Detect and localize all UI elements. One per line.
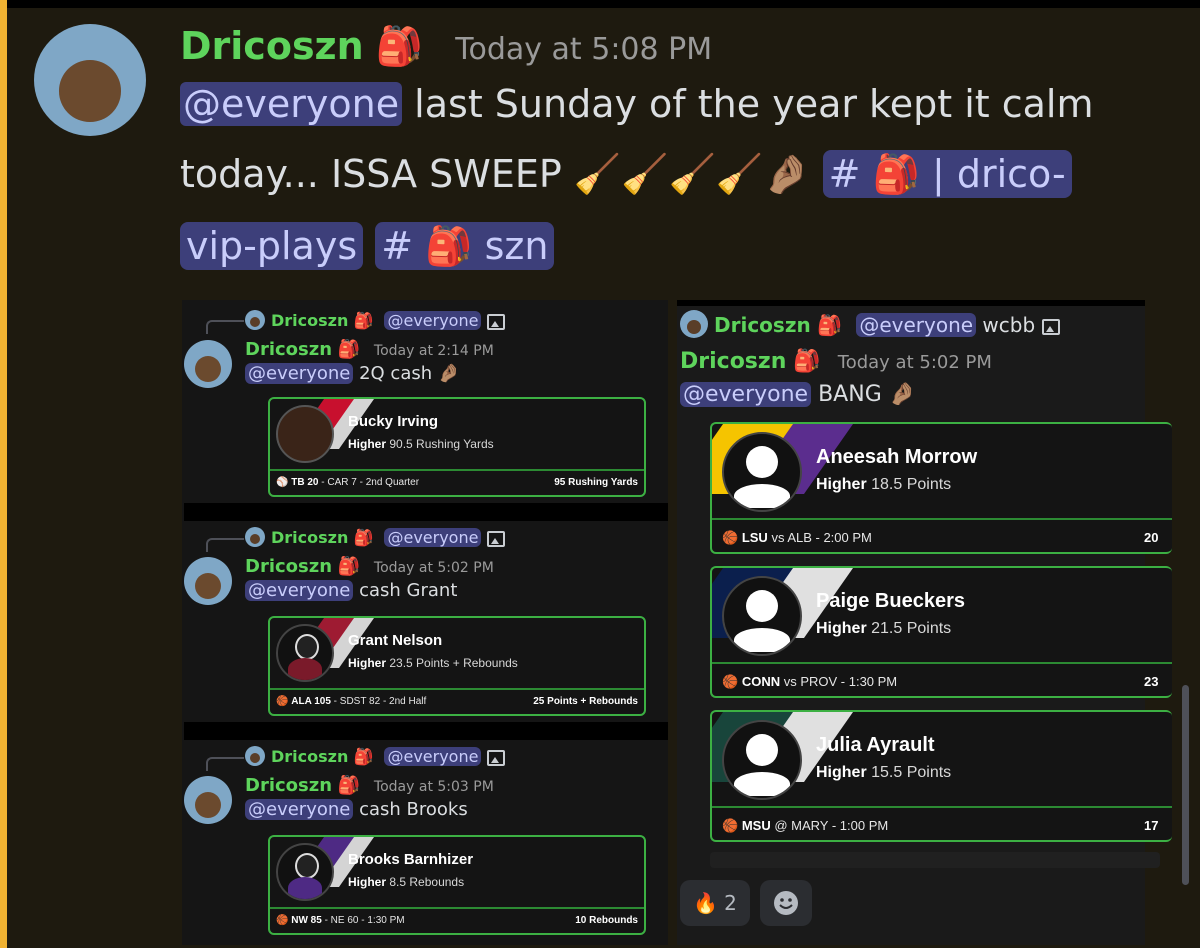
- reply-avatar: [245, 746, 265, 766]
- pick-line: Higher 15.5 Points: [816, 764, 952, 781]
- player-name: Aneesah Morrow: [816, 446, 978, 468]
- message-text-line2: today... ISSA SWEEP: [180, 152, 562, 196]
- message-content: @everyone last Sunday of the year kept i…: [180, 80, 1180, 270]
- pick-card[interactable]: Aneesah Morrow Higher 18.5 Points 🏀 LSU …: [710, 422, 1172, 554]
- image-top-edge: [677, 300, 1145, 306]
- timestamp: Today at 5:08 PM: [455, 32, 713, 67]
- avatar[interactable]: [184, 557, 232, 605]
- result: 10 Rebounds: [575, 915, 638, 926]
- post-text: @everyone cash Grant: [245, 579, 457, 603]
- pick-card[interactable]: Brooks Barnhizer Higher 8.5 Rebounds 🏀 N…: [268, 835, 646, 935]
- player-photo: [276, 405, 334, 463]
- smiley-icon: [774, 891, 798, 915]
- game-info: 🏀 CONN vs PROV - 1:30 PM: [722, 674, 898, 689]
- player-photo: [722, 432, 802, 512]
- result: 25 Points + Rebounds: [533, 696, 638, 707]
- reaction-count: 2: [724, 891, 737, 915]
- reply-preview[interactable]: Dricoszn 🎒 @everyone wcbb: [714, 312, 1060, 338]
- scrollbar-thumb[interactable]: [1182, 685, 1189, 885]
- pick-card[interactable]: Grant Nelson Higher 23.5 Points + Reboun…: [268, 616, 646, 716]
- author-emoji: 🎒: [375, 24, 424, 68]
- mention-everyone[interactable]: @everyone: [180, 82, 403, 126]
- reply-avatar: [680, 310, 708, 338]
- player-name: Bucky Irving: [348, 413, 439, 430]
- player-photo: [276, 624, 334, 682]
- pick-line: Higher 18.5 Points: [816, 476, 952, 493]
- pick-card[interactable]: Bucky Irving Higher 90.5 Rushing Yards ⚾…: [268, 397, 646, 497]
- player-photo: [276, 843, 334, 901]
- add-reaction-button[interactable]: [760, 880, 812, 926]
- player-name: Grant Nelson: [348, 632, 443, 649]
- reply-connector: [206, 320, 244, 334]
- reply-connector: [206, 757, 244, 771]
- pick-line: Higher 90.5 Rushing Yards: [348, 437, 494, 451]
- reply-avatar: [245, 527, 265, 547]
- player-photo: [722, 576, 802, 656]
- avatar[interactable]: [184, 776, 232, 824]
- top-border: [0, 0, 1200, 8]
- pick-card[interactable]: Paige Bueckers Higher 21.5 Points 🏀 CONN…: [710, 566, 1172, 698]
- reply-preview[interactable]: Dricoszn 🎒 @everyone: [271, 746, 505, 768]
- game-info: 🏀 MSU @ MARY - 1:00 PM: [722, 818, 889, 833]
- result: 17: [1144, 818, 1159, 833]
- highlight-bar: [0, 0, 7, 948]
- player-photo: [722, 720, 802, 800]
- player-name: Paige Bueckers: [816, 590, 965, 612]
- reply-preview[interactable]: Dricoszn 🎒 @everyone: [271, 527, 505, 549]
- result: 23: [1144, 674, 1159, 689]
- image-icon: [486, 749, 505, 766]
- player-name: Brooks Barnhizer: [348, 851, 474, 868]
- game-info: 🏀 LSU vs ALB - 2:00 PM: [722, 530, 872, 545]
- image-icon: [1041, 318, 1060, 335]
- author-name[interactable]: Dricoszn: [180, 24, 364, 68]
- reply-avatar: [245, 310, 265, 330]
- avatar[interactable]: [184, 340, 232, 388]
- game-info: ⚾ TB 20 - CAR 7 - 2nd Quarter: [276, 477, 420, 488]
- player-name: Julia Ayrault: [816, 734, 935, 756]
- pick-line: Higher 8.5 Rebounds: [348, 875, 465, 889]
- fire-emoji: 🔥: [693, 891, 719, 915]
- post-header: Dricoszn 🎒 Today at 5:03 PM: [245, 775, 494, 796]
- channel-link-szn[interactable]: # 🎒 szn: [375, 222, 555, 270]
- image-separator: [184, 503, 668, 521]
- post-header: Dricoszn 🎒 Today at 5:02 PM: [245, 556, 494, 577]
- post-text: @everyone cash Brooks: [245, 798, 468, 822]
- post-header: Dricoszn 🎒 Today at 5:02 PM: [680, 349, 992, 374]
- result: 95 Rushing Yards: [554, 477, 638, 488]
- image-icon: [486, 530, 505, 547]
- channel-link-vip-plays[interactable]: # 🎒 | drico-: [822, 150, 1072, 198]
- reply-preview[interactable]: Dricoszn 🎒 @everyone: [271, 310, 505, 332]
- pick-line: Higher 23.5 Points + Rebounds: [348, 656, 518, 670]
- message-text-line1: last Sunday of the year kept it calm: [414, 82, 1094, 126]
- game-info: 🏀 NW 85 - NE 60 - 1:30 PM: [276, 915, 405, 926]
- post-text: @everyone BANG 🤌🏽: [680, 381, 916, 409]
- card-partial: [710, 852, 1160, 868]
- result: 20: [1144, 530, 1159, 545]
- pick-line: Higher 21.5 Points: [816, 620, 952, 637]
- message-header: Dricoszn 🎒 Today at 5:08 PM: [180, 22, 712, 74]
- avatar[interactable]: [34, 24, 146, 136]
- sweep-emojis: 🧹🧹🧹🧹🤌🏽: [573, 152, 811, 196]
- post-header: Dricoszn 🎒 Today at 2:14 PM: [245, 339, 494, 360]
- channel-link-vip-plays-cont[interactable]: vip-plays: [180, 222, 364, 270]
- pick-card[interactable]: Julia Ayrault Higher 15.5 Points 🏀 MSU @…: [710, 710, 1172, 842]
- reaction-fire[interactable]: 🔥 2: [680, 880, 750, 926]
- image-icon: [486, 313, 505, 330]
- image-separator: [184, 722, 668, 740]
- post-text: @everyone 2Q cash 🤌🏽: [245, 362, 460, 386]
- game-info: 🏀 ALA 105 - SDST 82 - 2nd Half: [276, 696, 427, 707]
- reply-connector: [206, 538, 244, 552]
